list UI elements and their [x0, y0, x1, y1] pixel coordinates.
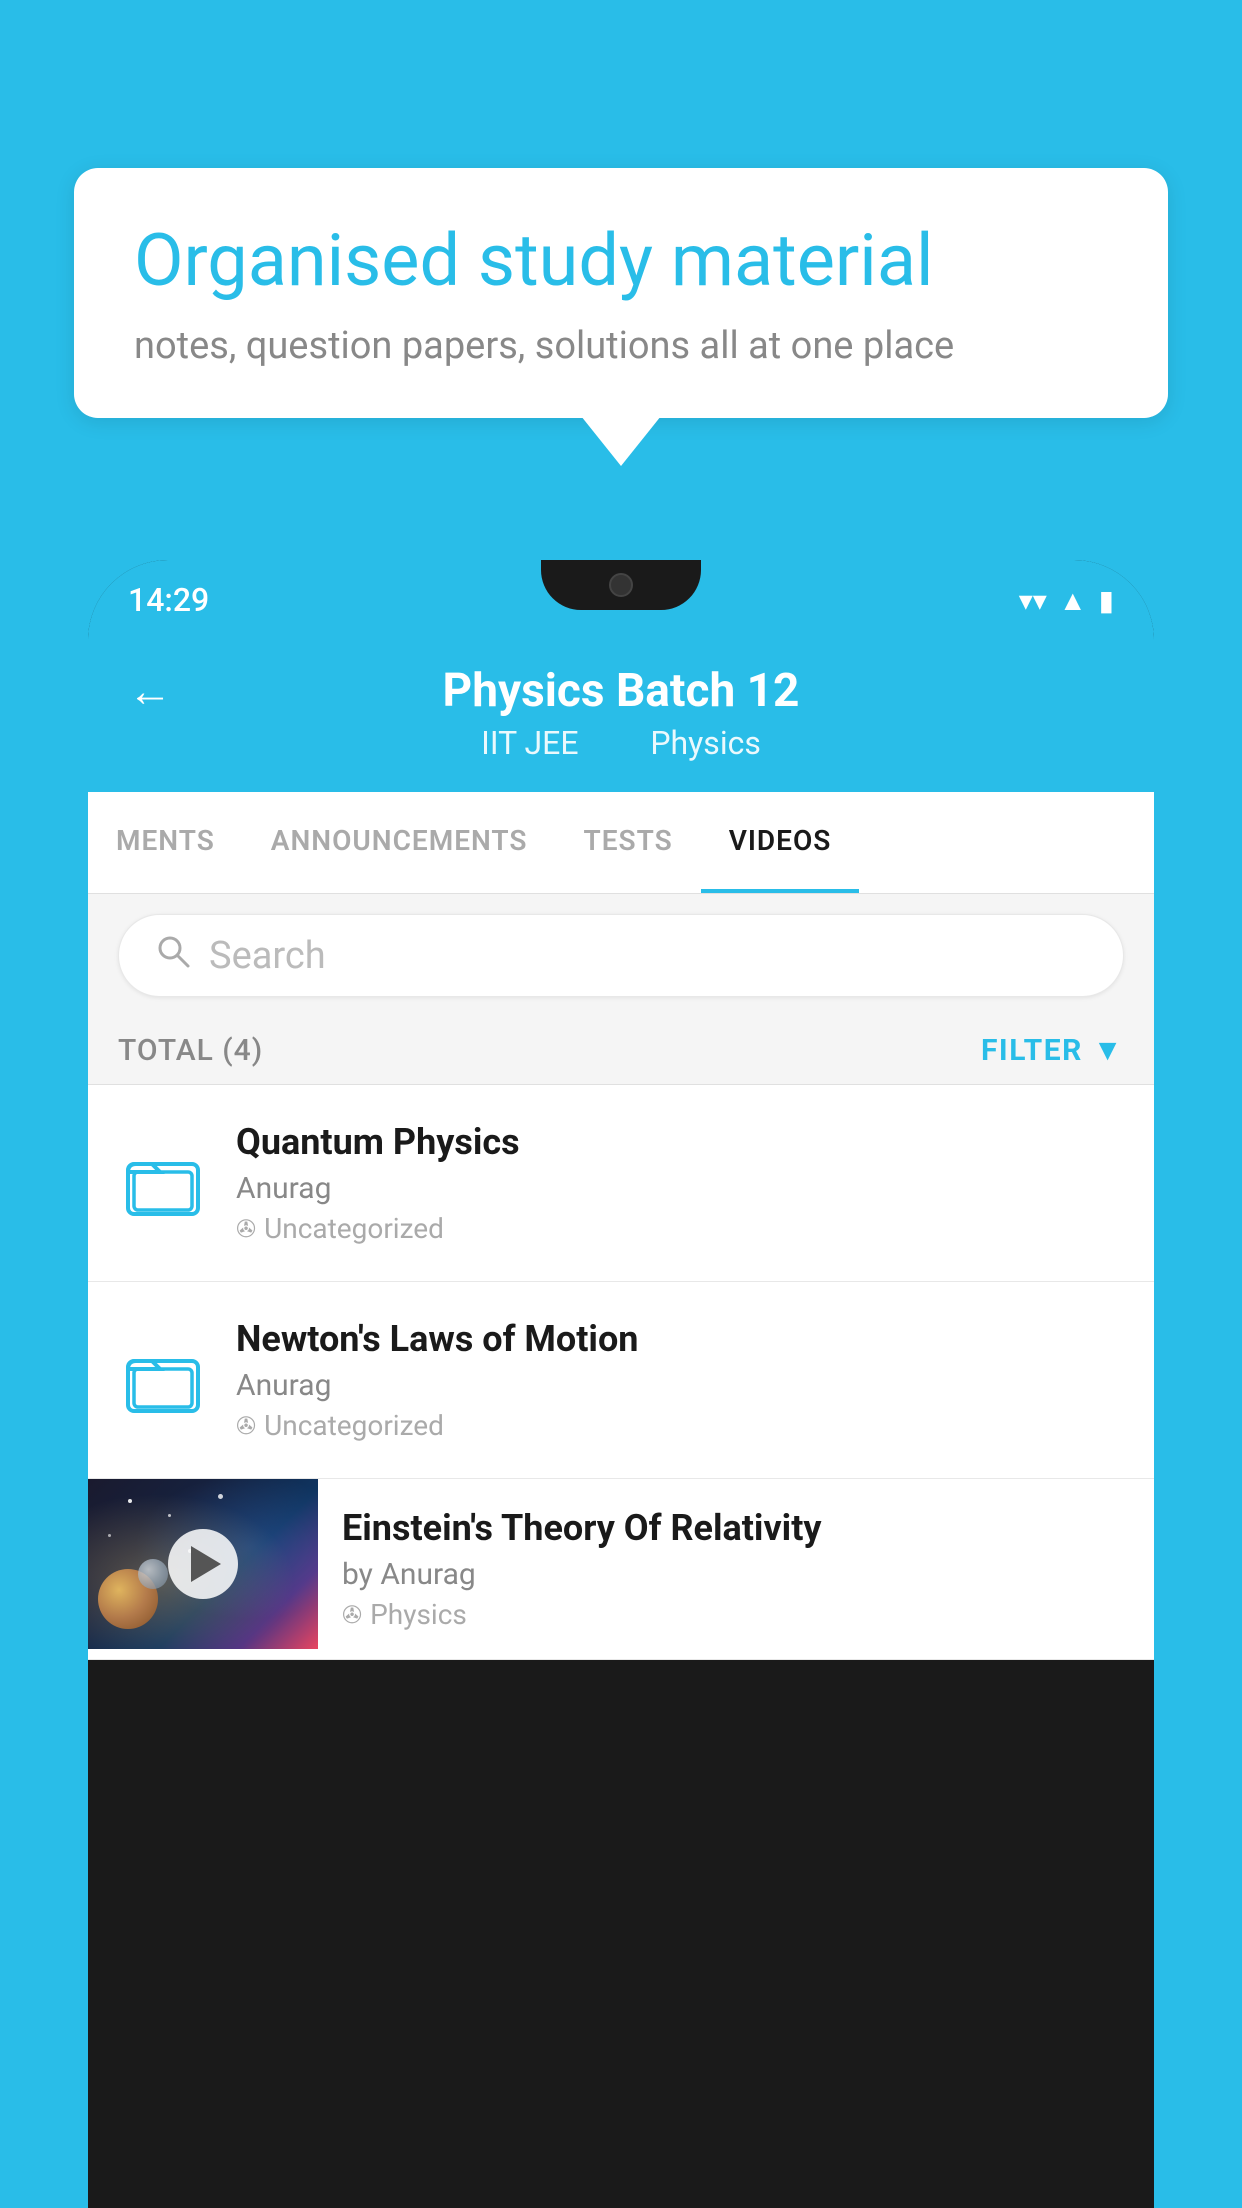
wifi-icon: ▾▾	[1019, 584, 1047, 617]
filter-button[interactable]: FILTER ▼	[981, 1033, 1124, 1068]
total-count: TOTAL (4)	[118, 1033, 263, 1068]
video-folder-icon-1	[118, 1138, 208, 1228]
tab-tests[interactable]: TESTS	[556, 792, 701, 893]
tag-icon-3: ✇	[342, 1601, 362, 1629]
filter-row: TOTAL (4) FILTER ▼	[88, 1017, 1154, 1085]
einstein-thumbnail	[88, 1479, 318, 1649]
subtitle-separator	[610, 724, 626, 762]
video-item-einstein[interactable]: Einstein's Theory Of Relativity by Anura…	[88, 1479, 1154, 1660]
app-subtitle: IIT JEE Physics	[469, 724, 773, 762]
search-placeholder: Search	[209, 934, 326, 978]
search-bar[interactable]: Search	[118, 914, 1124, 997]
tag-icon-2: ✇	[236, 1412, 256, 1440]
status-bar: 14:29 ▾▾ ▲ ▮	[88, 560, 1154, 640]
status-icons: ▾▾ ▲ ▮	[1019, 584, 1114, 617]
newton-tag-label: Uncategorized	[264, 1409, 444, 1442]
einstein-tag: ✇ Physics	[342, 1598, 1130, 1631]
filter-label: FILTER	[981, 1033, 1083, 1068]
einstein-author: by Anurag	[342, 1557, 1130, 1592]
tab-ments[interactable]: MENTS	[88, 792, 243, 893]
speech-bubble: Organised study material notes, question…	[74, 168, 1168, 418]
star-1	[128, 1499, 132, 1503]
star-4	[108, 1534, 111, 1537]
video-item-quantum[interactable]: Quantum Physics Anurag ✇ Uncategorized	[88, 1085, 1154, 1282]
tab-announcements[interactable]: ANNOUNCEMENTS	[243, 792, 556, 893]
search-icon	[155, 933, 191, 978]
einstein-tag-label: Physics	[370, 1598, 467, 1631]
battery-icon: ▮	[1099, 584, 1114, 617]
star-3	[218, 1494, 223, 1499]
quantum-title: Quantum Physics	[236, 1121, 1124, 1163]
phone-notch	[541, 560, 701, 610]
einstein-title: Einstein's Theory Of Relativity	[342, 1507, 1130, 1549]
filter-funnel-icon: ▼	[1093, 1033, 1124, 1068]
subtitle-physics: Physics	[650, 724, 761, 762]
play-button[interactable]	[168, 1529, 238, 1599]
speech-bubble-title: Organised study material	[134, 218, 1108, 304]
video-list: Quantum Physics Anurag ✇ Uncategorized N…	[88, 1085, 1154, 1660]
video-info-newton: Newton's Laws of Motion Anurag ✇ Uncateg…	[236, 1318, 1124, 1442]
video-info-einstein: Einstein's Theory Of Relativity by Anura…	[318, 1479, 1154, 1659]
tab-videos[interactable]: VIDEOS	[701, 792, 860, 893]
app-title: Physics Batch 12	[443, 664, 800, 718]
back-button[interactable]: ←	[128, 665, 172, 717]
newton-tag: ✇ Uncategorized	[236, 1409, 1124, 1442]
tabs-bar: MENTS ANNOUNCEMENTS TESTS VIDEOS	[88, 792, 1154, 894]
signal-icon: ▲	[1059, 584, 1087, 617]
video-item-newton[interactable]: Newton's Laws of Motion Anurag ✇ Uncateg…	[88, 1282, 1154, 1479]
phone-frame: 14:29 ▾▾ ▲ ▮ ← Physics Batch 12 IIT JEE …	[88, 560, 1154, 2208]
app-header-row: ← Physics Batch 12	[128, 664, 1114, 718]
video-folder-icon-2	[118, 1335, 208, 1425]
newton-author: Anurag	[236, 1368, 1124, 1403]
tag-icon-1: ✇	[236, 1215, 256, 1243]
play-triangle-icon	[191, 1546, 221, 1582]
quantum-tag: ✇ Uncategorized	[236, 1212, 1124, 1245]
star-2	[168, 1514, 171, 1517]
phone-camera	[609, 573, 633, 597]
newton-title: Newton's Laws of Motion	[236, 1318, 1124, 1360]
quantum-tag-label: Uncategorized	[264, 1212, 444, 1245]
status-time: 14:29	[128, 581, 209, 619]
planet-2	[138, 1559, 168, 1589]
search-bar-container: Search	[88, 894, 1154, 1017]
quantum-author: Anurag	[236, 1171, 1124, 1206]
speech-bubble-subtitle: notes, question papers, solutions all at…	[134, 324, 1108, 368]
app-header: ← Physics Batch 12 IIT JEE Physics	[88, 640, 1154, 792]
video-info-quantum: Quantum Physics Anurag ✇ Uncategorized	[236, 1121, 1124, 1245]
subtitle-iitjee: IIT JEE	[481, 724, 578, 762]
